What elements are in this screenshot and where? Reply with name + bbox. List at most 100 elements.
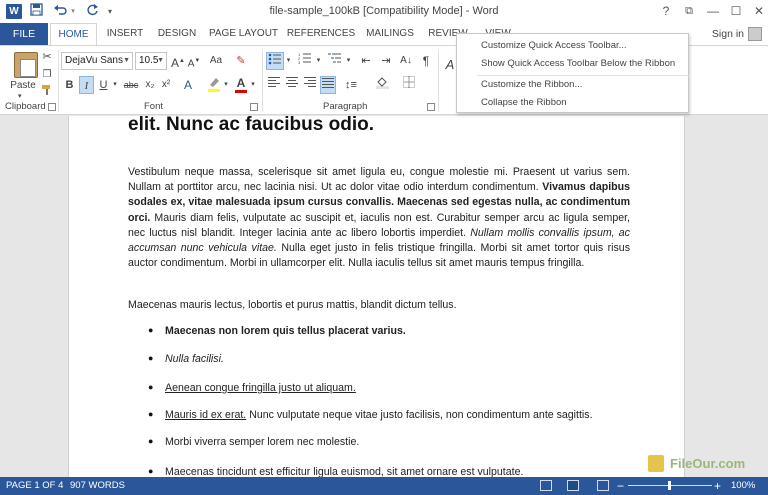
group-separator [438, 50, 439, 112]
list-item[interactable]: Nulla facilisi. [165, 353, 224, 365]
subscript-button[interactable]: x₂ [143, 76, 157, 94]
text-effects-icon[interactable]: A [180, 76, 196, 94]
page-count[interactable]: PAGE 1 OF 4 [6, 477, 63, 495]
font-color-button[interactable]: A [233, 74, 249, 93]
bullets-button[interactable] [266, 52, 284, 70]
align-left-icon[interactable] [266, 76, 282, 94]
bullet-icon: ● [148, 325, 154, 335]
group-separator [262, 50, 263, 112]
multilevel-list-button[interactable] [326, 52, 344, 70]
tab-page-layout[interactable]: PAGE LAYOUT [206, 23, 281, 45]
multilevel-dropdown-icon[interactable]: ▾ [345, 52, 352, 70]
tab-home[interactable]: HOME [50, 23, 97, 46]
font-color-swatch [235, 90, 247, 93]
tab-design[interactable]: DESIGN [152, 23, 202, 45]
paste-dropdown-icon: ▾ [18, 93, 22, 100]
chevron-down-icon: ▼ [123, 57, 130, 64]
help-button[interactable]: ? [655, 2, 677, 20]
paragraph-1[interactable]: Vestibulum neque massa, scelerisque sit … [128, 165, 630, 271]
list-item[interactable]: Maecenas tincidunt est efficitur ligula … [165, 466, 523, 477]
maximize-button[interactable]: ☐ [725, 2, 747, 20]
watermark-text: FileOur.com [670, 456, 746, 471]
paragraph-launcher-icon[interactable] [427, 103, 435, 111]
grow-font-button[interactable]: A▲ [171, 52, 185, 70]
tab-file[interactable]: FILE [0, 23, 48, 45]
borders-icon[interactable] [401, 76, 417, 94]
tab-insert[interactable]: INSERT [100, 23, 150, 45]
menu-item-show-qat-below[interactable]: Show Quick Access Toolbar Below the Ribb… [481, 55, 675, 72]
title-bar: W ▾ ▾ file-sample_100kB [Compatibility M… [0, 0, 768, 23]
zoom-out-button[interactable]: − [617, 477, 624, 495]
justify-icon[interactable] [320, 76, 336, 94]
show-formatting-button[interactable]: ¶ [419, 52, 433, 70]
bullet-icon: ● [148, 436, 154, 446]
shrink-font-button[interactable]: A▼ [187, 52, 201, 70]
decrease-indent-icon[interactable]: ⇤ [358, 52, 374, 70]
italic-button[interactable]: I [79, 76, 94, 94]
zoom-in-button[interactable]: + [714, 477, 721, 495]
bullets-dropdown-icon[interactable]: ▾ [285, 52, 292, 70]
menu-item-collapse-ribbon[interactable]: Collapse the Ribbon [481, 94, 567, 111]
font-launcher-icon[interactable] [250, 103, 258, 111]
numbering-dropdown-icon[interactable]: ▾ [315, 52, 322, 70]
sign-in-link[interactable]: Sign in [712, 23, 744, 45]
word-count[interactable]: 907 WORDS [70, 477, 125, 495]
change-case-button[interactable]: Aa [206, 52, 226, 70]
avatar[interactable] [748, 27, 762, 41]
underline-dropdown-icon[interactable]: ▾ [111, 76, 119, 94]
bold-button[interactable]: B [62, 76, 77, 94]
underline-button[interactable]: U [96, 76, 111, 94]
ribbon-context-menu: Customize Quick Access Toolbar... Show Q… [456, 33, 689, 113]
font-color-icon: A [236, 76, 246, 90]
list-item[interactable]: Morbi viverra semper lorem nec molestie. [165, 436, 359, 448]
cut-icon[interactable]: ✂ [40, 48, 54, 66]
read-mode-icon[interactable] [540, 480, 552, 491]
font-name-value: DejaVu Sans [65, 55, 123, 66]
clear-formatting-icon[interactable]: ✎ [234, 52, 248, 70]
document-heading[interactable]: elit. Nunc ac faucibus odio. [128, 116, 374, 136]
list-item[interactable]: Maecenas non lorem quis tellus placerat … [165, 325, 406, 337]
paste-icon [14, 52, 38, 78]
list-item[interactable]: Mauris id ex erat. Nunc vulputate neque … [165, 409, 593, 421]
strikethrough-button[interactable]: abc [121, 76, 141, 94]
zoom-slider-thumb[interactable] [668, 481, 671, 490]
bullet-icon: ● [148, 409, 154, 419]
document-page[interactable]: elit. Nunc ac faucibus odio. Vestibulum … [68, 116, 685, 477]
increase-indent-icon[interactable]: ⇥ [378, 52, 394, 70]
ribbon-display-options-button[interactable]: ⧉ [678, 2, 700, 20]
align-center-icon[interactable] [284, 76, 300, 94]
sort-icon[interactable]: A↓ [398, 52, 414, 70]
copy-icon[interactable]: ❐ [40, 66, 54, 84]
menu-item-customize-qat[interactable]: Customize Quick Access Toolbar... [481, 37, 627, 54]
list-item-rest: Nunc vulputate neque vitae justo facilis… [246, 409, 593, 421]
numbering-button[interactable]: 123 [296, 52, 314, 70]
document-area[interactable]: elit. Nunc ac faucibus odio. Vestibulum … [0, 116, 768, 477]
align-right-icon[interactable] [302, 76, 318, 94]
highlight-dropdown-icon[interactable]: ▾ [222, 76, 230, 94]
close-button[interactable]: ✕ [748, 2, 768, 20]
paste-button[interactable]: Paste ▾ [4, 48, 40, 100]
clipboard-group-label: Clipboard [5, 101, 46, 112]
paragraph-2[interactable]: Maecenas mauris lectus, lobortis et puru… [128, 298, 630, 313]
font-name-dropdown[interactable]: DejaVu Sans ▼ [61, 52, 133, 70]
minimize-button[interactable]: — [702, 2, 724, 20]
styles-gallery-icon[interactable]: A [444, 56, 456, 74]
font-size-dropdown[interactable]: 10.5 ▼ [135, 52, 167, 70]
shading-icon[interactable] [374, 76, 390, 94]
print-layout-icon[interactable] [567, 480, 579, 491]
line-spacing-icon[interactable]: ↕≡ [343, 76, 359, 94]
list-item[interactable]: Aenean congue fringilla justo ut aliquam… [165, 382, 356, 394]
tab-mailings[interactable]: MAILINGS [361, 23, 419, 45]
format-painter-icon[interactable] [40, 84, 54, 102]
superscript-button[interactable]: x² [159, 76, 173, 94]
web-layout-icon[interactable] [597, 480, 609, 491]
clipboard-launcher-icon[interactable] [48, 103, 56, 111]
font-color-dropdown-icon[interactable]: ▾ [249, 76, 257, 94]
zoom-level[interactable]: 100% [731, 477, 755, 495]
bullet-icon: ● [148, 382, 154, 392]
bullet-icon: ● [148, 466, 154, 476]
tab-references[interactable]: REFERENCES [285, 23, 357, 45]
menu-item-customize-ribbon[interactable]: Customize the Ribbon... [481, 76, 582, 93]
bullet-icon: ● [148, 353, 154, 363]
highlight-color-button[interactable] [206, 76, 222, 94]
